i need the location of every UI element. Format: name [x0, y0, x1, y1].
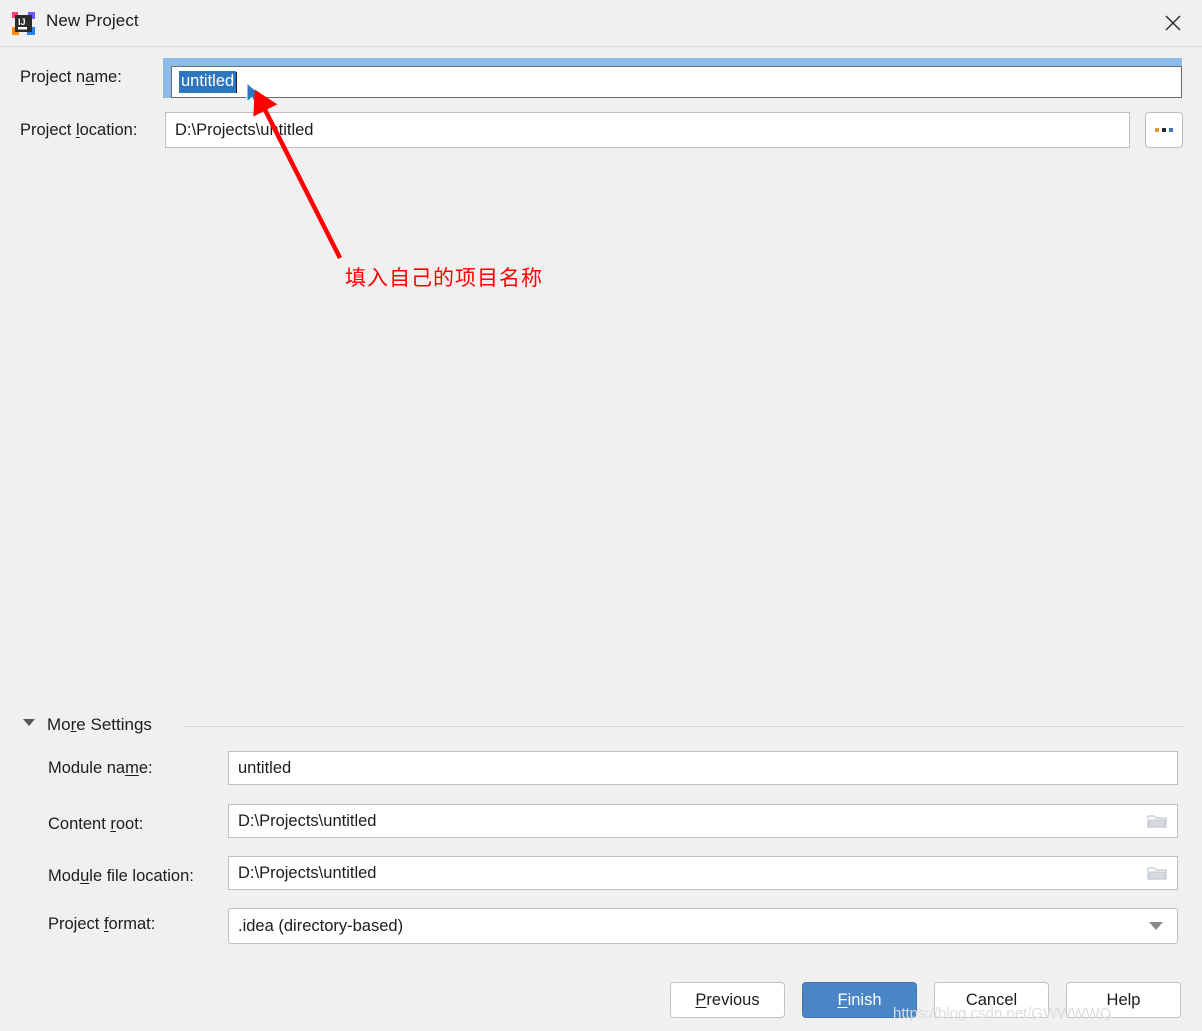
finish-button-mnemonic: F: [837, 990, 848, 1009]
project-name-label-mnemonic: a: [85, 68, 95, 86]
ellipsis-icon-dot-2: [1162, 128, 1166, 132]
previous-button-text: revious: [706, 990, 760, 1009]
window-title: New Project: [46, 11, 139, 30]
module-file-location-label-pre: Mod: [48, 867, 81, 885]
section-divider: [184, 726, 1184, 727]
module-file-location-value: D:\Projects\untitled: [238, 863, 377, 882]
watermark-text: https://blog.csdn.net/GWWWWQ: [893, 1005, 1112, 1022]
project-name-label-pre: Project n: [20, 68, 86, 86]
project-format-value: .idea (directory-based): [238, 916, 404, 935]
project-format-select[interactable]: .idea (directory-based): [228, 908, 1178, 944]
text-caret: [236, 71, 238, 93]
triangle-down-icon[interactable]: [23, 719, 35, 726]
module-name-input[interactable]: untitled: [228, 751, 1178, 785]
project-name-focus-ring: untitled: [163, 58, 1182, 98]
help-button-label: Help: [1106, 990, 1141, 1009]
project-name-label-post: me:: [94, 68, 122, 86]
project-location-label-post: ocation:: [79, 121, 138, 139]
intellij-idea-icon: IJ: [11, 11, 36, 36]
module-file-location-label-mnemonic: u: [80, 867, 90, 885]
previous-button[interactable]: Previous: [670, 982, 785, 1018]
content-root-label-post: oot:: [115, 815, 144, 833]
project-location-label: Project location:: [20, 122, 137, 139]
module-name-label-mnemonic: m: [125, 759, 139, 777]
project-location-label-pre: Project: [20, 121, 76, 139]
project-name-label: Project name:: [20, 69, 122, 86]
finish-button-label: Finish: [837, 991, 881, 1010]
browse-location-button[interactable]: [1145, 112, 1183, 148]
project-format-label-pre: Project: [48, 915, 104, 933]
project-location-input[interactable]: D:\Projects\untitled: [165, 112, 1130, 148]
ellipsis-icon-dot-1: [1155, 128, 1159, 132]
content-root-label: Content root:: [48, 816, 143, 833]
finish-button-text: inish: [847, 990, 882, 1009]
module-name-label-post: e:: [138, 759, 153, 777]
module-name-label: Module name:: [48, 760, 153, 777]
project-name-value: untitled: [179, 71, 237, 93]
project-format-label: Project format:: [48, 916, 155, 933]
title-bar: IJ New Project: [0, 0, 1202, 47]
project-format-label-post: ormat:: [108, 915, 156, 933]
module-file-location-input[interactable]: D:\Projects\untitled: [228, 856, 1178, 890]
ellipsis-icon-dot-3: [1169, 128, 1173, 132]
mouse-cursor-icon: [246, 81, 266, 110]
content-root-input[interactable]: D:\Projects\untitled: [228, 804, 1178, 838]
folder-icon[interactable]: [1147, 813, 1167, 829]
more-settings-header[interactable]: More Settings: [47, 715, 152, 735]
previous-button-label: Previous: [695, 991, 759, 1010]
annotation-text: 填入自己的项目名称: [345, 266, 543, 290]
chevron-down-icon[interactable]: [1149, 922, 1163, 930]
folder-icon[interactable]: [1147, 865, 1167, 881]
module-name-value: untitled: [238, 758, 292, 777]
project-name-input[interactable]: untitled: [171, 66, 1182, 98]
previous-button-mnemonic: P: [695, 990, 707, 1009]
close-icon[interactable]: [1144, 0, 1202, 45]
module-file-location-label-post: le file location:: [89, 867, 194, 885]
more-settings-label-pre: Mo: [47, 715, 71, 734]
content-root-label-pre: Content: [48, 815, 111, 833]
project-location-value: D:\Projects\untitled: [175, 120, 314, 139]
content-root-value: D:\Projects\untitled: [238, 811, 377, 830]
module-name-label-pre: Module na: [48, 759, 126, 777]
svg-text:IJ: IJ: [18, 17, 26, 27]
more-settings-label-post: e Settings: [76, 715, 152, 734]
module-file-location-label: Module file location:: [48, 868, 194, 885]
